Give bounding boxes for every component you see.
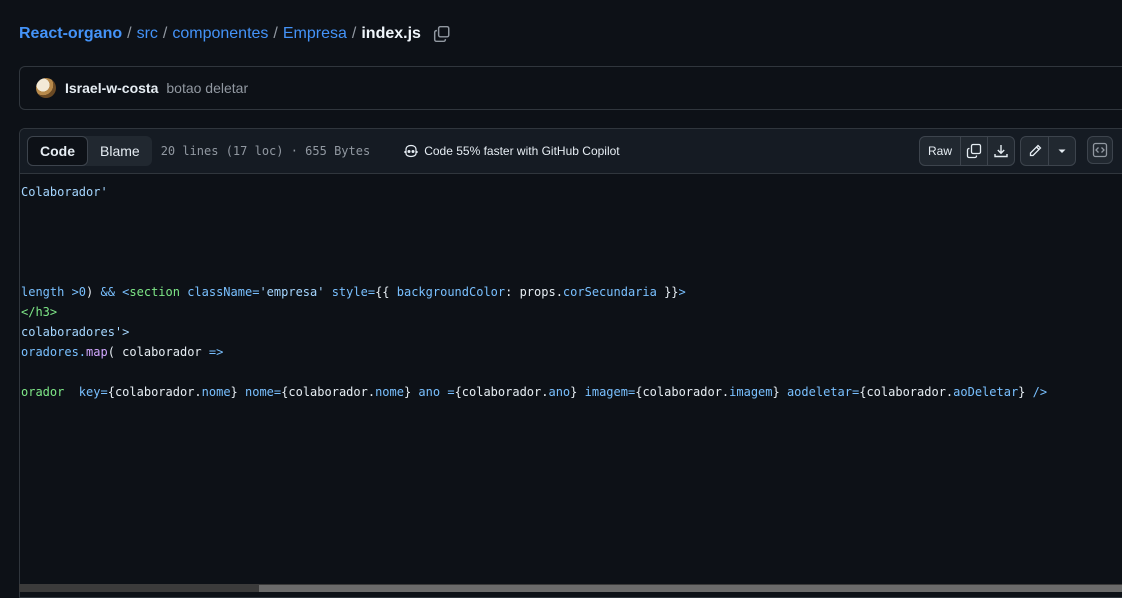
breadcrumb-file-name: index.js	[361, 25, 421, 42]
file-header: Code Blame 20 lines (17 loc) · 655 Bytes…	[20, 129, 1122, 174]
edit-options-dropdown[interactable]	[1048, 137, 1075, 165]
symbols-panel-button[interactable]	[1087, 136, 1113, 164]
horizontal-scrollbar[interactable]	[19, 584, 1122, 592]
code-tab[interactable]: Code	[27, 136, 88, 166]
code-line: orador key={colaborador.nome} nome={cola…	[21, 385, 1048, 399]
latest-commit-bar: Israel-w-costa botao deletar	[19, 66, 1122, 110]
code-line: </h3>	[21, 305, 58, 319]
breadcrumb-empresa-link[interactable]: Empresa	[283, 25, 347, 43]
avatar[interactable]	[36, 78, 56, 98]
copilot-link[interactable]: Code 55% faster with GitHub Copilot	[403, 143, 620, 159]
file-actions: Raw	[919, 136, 1076, 166]
copy-path-button[interactable]	[433, 25, 451, 43]
edit-actions-group	[1020, 136, 1076, 166]
commit-author-link[interactable]: Israel-w-costa	[65, 80, 158, 96]
view-mode-toggle: Code Blame	[27, 136, 152, 166]
code-line: length >0) && <section className='empres…	[21, 285, 686, 299]
edit-file-button[interactable]	[1021, 137, 1048, 165]
code-view[interactable]: Colaborador' length >0) && <section clas…	[20, 174, 1122, 586]
triangle-down-icon	[1058, 149, 1066, 153]
breadcrumb-separator: /	[273, 25, 278, 42]
file-viewer: Code Blame 20 lines (17 loc) · 655 Bytes…	[19, 128, 1122, 598]
copy-icon	[966, 143, 982, 159]
raw-actions-group: Raw	[919, 136, 1015, 166]
breadcrumb-separator: /	[127, 25, 132, 42]
breadcrumb-separator: /	[351, 25, 357, 42]
download-button[interactable]	[987, 137, 1014, 165]
file-info: 20 lines (17 loc) · 655 Bytes	[160, 144, 371, 158]
raw-button[interactable]: Raw	[920, 137, 960, 165]
code-line: colaboradores'>	[21, 325, 130, 339]
copy-raw-button[interactable]	[960, 137, 987, 165]
code-line: oradores.map( colaborador =>	[21, 345, 224, 359]
download-icon	[994, 145, 1008, 158]
breadcrumb: React-organo / src / componentes / Empre…	[19, 22, 451, 46]
breadcrumb-separator: /	[162, 25, 168, 42]
copy-icon	[433, 25, 450, 43]
breadcrumb-repo-link[interactable]: React-organo	[19, 25, 122, 43]
scrollbar-thumb[interactable]	[259, 585, 1122, 592]
code-square-icon	[1092, 142, 1108, 158]
breadcrumb-componentes-link[interactable]: componentes	[172, 25, 268, 43]
copilot-icon	[404, 144, 418, 158]
copilot-label: Code 55% faster with GitHub Copilot	[424, 144, 620, 158]
breadcrumb-src-link[interactable]: src	[137, 25, 158, 43]
blame-tab[interactable]: Blame	[88, 136, 152, 166]
code-line: Colaborador'	[21, 185, 108, 199]
pencil-icon	[1029, 144, 1041, 157]
commit-message-link[interactable]: botao deletar	[166, 80, 248, 96]
